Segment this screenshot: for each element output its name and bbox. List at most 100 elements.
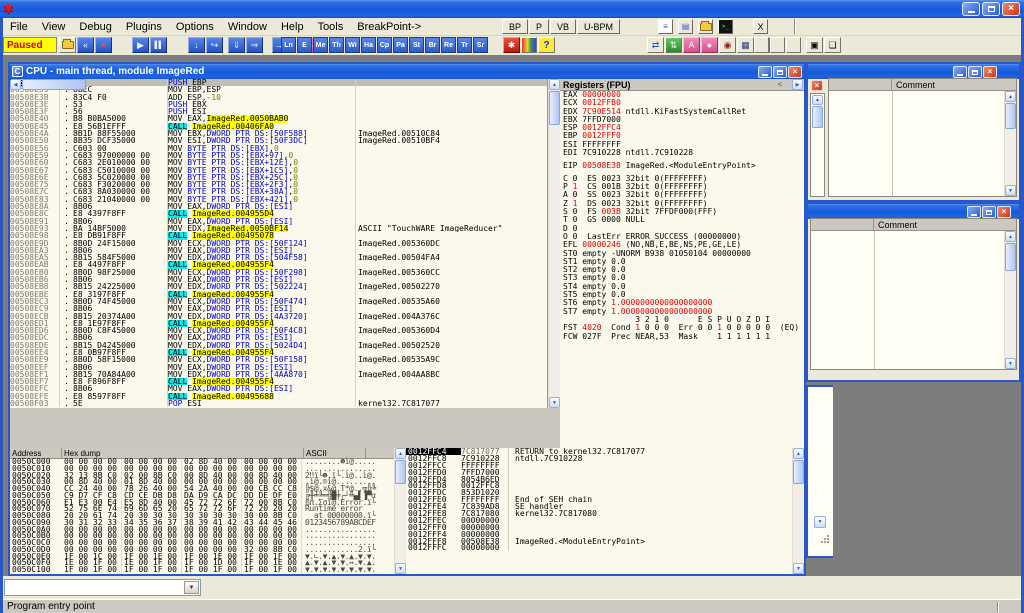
header-column-comment[interactable]: Comment [892, 80, 935, 90]
scroll-up-button[interactable]: ▲ [812, 95, 823, 105]
minimize-button[interactable] [967, 206, 981, 218]
scroll-up-button[interactable]: ▲ [549, 79, 560, 90]
disasm-row[interactable]: 00508EC9.8B06MOV EAX,DWORD PTR DS:[ESI] [10, 305, 547, 312]
run-icon[interactable]: ▶ [132, 37, 149, 53]
disasm-row[interactable]: 00508E83.C683 21040000 00MOV BYTE PTR DS… [10, 196, 547, 203]
restore-button[interactable] [982, 2, 1000, 16]
scroll-right-button[interactable]: ▶ [792, 79, 803, 90]
disasm-row[interactable]: 00508E93.BA 14BF5000MOV EDX,ImageRed.005… [10, 225, 547, 232]
options-icon[interactable]: ✱ [503, 37, 520, 53]
disasm-row[interactable]: 00508E45.E8 56B1EFFFCALL ImageRed.00406F… [10, 123, 547, 130]
scroll-down-button[interactable]: ▼ [793, 563, 804, 574]
register-line[interactable]: 3 2 1 0 E S P U O Z D I [560, 316, 804, 324]
scroll-down-button[interactable]: ▼ [1005, 358, 1016, 369]
disassembly-pane[interactable]: 00508E38$55PUSH EBP00508E39.8BECMOV EBP,… [10, 79, 548, 408]
panel-button-th[interactable]: Th [329, 37, 344, 53]
menu-button-vb[interactable]: VB [550, 19, 576, 34]
close-button[interactable]: × [983, 66, 997, 78]
restart-icon[interactable]: « [77, 37, 94, 53]
disasm-row[interactable]: 00508E39.8BECMOV EBP,ESP [10, 86, 547, 93]
scroll-up-button[interactable]: ▲ [395, 448, 406, 459]
disasm-row[interactable]: 00508EDC.8B06MOV EAX,DWORD PTR DS:[ESI] [10, 334, 547, 341]
register-line[interactable]: D 0 [560, 225, 804, 233]
scrollbar-thumb[interactable] [1005, 103, 1016, 129]
minimize-button[interactable] [758, 66, 772, 78]
hex-dump-pane[interactable]: Address Hex dump ASCII 0050C00000 00 00 … [10, 448, 394, 574]
register-line[interactable]: EIP 00508E38 ImageRed.<ModuleEntryPoint> [560, 162, 804, 170]
minimize-button[interactable] [962, 2, 980, 16]
toolbar-blank-button[interactable] [754, 37, 769, 53]
menu-button-p[interactable]: P [529, 19, 549, 34]
disasm-row[interactable]: 00508EB0.8B0D 98F25000MOV ECX,DWORD PTR … [10, 269, 547, 276]
menu-close-button[interactable]: X [753, 19, 768, 34]
close-button[interactable]: × [997, 206, 1011, 218]
disasm-row[interactable]: 00508E6E.C683 5C020000 00MOV BYTE PTR DS… [10, 174, 547, 181]
scrollbar-thumb[interactable] [812, 106, 823, 128]
menu-item-plugins[interactable]: Plugins [119, 21, 169, 33]
scroll-down-button[interactable]: ▼ [814, 516, 826, 528]
sync-icon[interactable]: ⇅ [665, 37, 682, 53]
disasm-row[interactable]: 00508EA5.8B15 584F5000MOV EDX,DWORD PTR … [10, 254, 547, 261]
menu-item-help[interactable]: Help [274, 21, 311, 33]
panel-button-ln[interactable]: Ln [281, 37, 296, 53]
disasm-row[interactable]: 00508F03.5EPOP ESIkernel32.7C817077 [10, 400, 547, 407]
disasm-row[interactable]: 00508EBE.E8 3197F8FFCALL ImageRed.004955… [10, 291, 547, 298]
panel-button-ha[interactable]: Ha [361, 37, 376, 53]
panel-button-me[interactable]: Me [313, 37, 328, 53]
disasm-row[interactable]: 00508E98.E8 DB91F8FFCALL ImageRed.004950… [10, 232, 547, 239]
disasm-row[interactable]: 00508EF7.E8 F896F8FFCALL ImageRed.004955… [10, 378, 547, 385]
maximize-button[interactable] [982, 206, 996, 218]
vertical-scrollbar[interactable]: ▲ ▼ [1004, 91, 1016, 196]
scroll-down-button[interactable]: ▼ [1005, 185, 1016, 196]
disasm-row[interactable]: 00508E59.C683 97000000 00MOV BYTE PTR DS… [10, 152, 547, 159]
menu-button-u-bpm[interactable]: U-BPM [577, 19, 620, 34]
pause-icon[interactable]: ▌▌ [150, 37, 167, 53]
record-icon[interactable]: ● [701, 37, 718, 53]
register-line[interactable]: ST3 empty 0.0 [560, 274, 804, 282]
tile-windows-icon[interactable]: ▣ [806, 37, 823, 53]
size-grip[interactable] [820, 534, 830, 544]
stack-scrollbar[interactable]: ▲ ▼ [792, 448, 804, 574]
minimize-button[interactable] [953, 66, 967, 78]
disasm-row[interactable]: 00508EAB.E8 4497F8FFCALL ImageRed.004955… [10, 261, 547, 268]
register-line[interactable]: EDI 7C910228 ntdll.7C910228 [560, 149, 804, 157]
toolbar-blank-button[interactable] [786, 37, 801, 53]
register-line[interactable]: FCW 027F Prec NEAR,53 Mask 1 1 1 1 1 1 [560, 333, 804, 341]
disasm-row[interactable]: 00508E8A.8B06MOV EAX,DWORD PTR DS:[ESI] [10, 203, 547, 210]
panel-button-br[interactable]: Br [425, 37, 440, 53]
close-button[interactable]: × [1002, 2, 1020, 16]
register-line[interactable]: EDX 7C90E514 ntdll.KiFastSystemCallRet [560, 108, 804, 116]
spiral-icon[interactable]: ◉ [719, 37, 736, 53]
panel-button-sr[interactable]: Sr [473, 37, 488, 53]
disasm-row[interactable]: 00508ECB.8B15 20374A00MOV EDX,DWORD PTR … [10, 313, 547, 320]
disasm-row[interactable]: 00508ED6.8B0D C8F45000MOV ECX,DWORD PTR … [10, 327, 547, 334]
register-line[interactable]: EFL 00000246 (NO,NB,E,BE,NS,PE,GE,LE) [560, 241, 804, 249]
menu-item-breakpoint[interactable]: BreakPoint-> [350, 21, 428, 33]
scrollbar-thumb[interactable] [549, 91, 560, 125]
close-program-icon[interactable]: × [95, 37, 112, 53]
maximize-button[interactable] [773, 66, 787, 78]
menu-item-tools[interactable]: Tools [311, 21, 351, 33]
disasm-row[interactable]: 00508EC3.8B0D 74F45000MOV ECX,DWORD PTR … [10, 298, 547, 305]
disasm-row[interactable]: 00508E40.B8 B0BA5000MOV EAX,ImageRed.005… [10, 115, 547, 122]
disasm-row[interactable]: 00508E60.C683 2E010000 00MOV BYTE PTR DS… [10, 159, 547, 166]
registers-pane[interactable]: Registers (FPU) << EAX 00000000ECX 0012F… [560, 79, 804, 448]
scroll-down-button[interactable]: ▼ [395, 563, 406, 574]
console-icon[interactable]: >_ [718, 19, 733, 34]
register-line[interactable]: ST5 empty 0.0 [560, 291, 804, 299]
command-combobox[interactable]: ▼ [4, 579, 201, 596]
comment-window-2-titlebar[interactable]: × [808, 204, 1019, 219]
scroll-down-button[interactable]: ▼ [549, 397, 560, 408]
disasm-row[interactable]: 00508E7C.C683 8A030000 00MOV BYTE PTR DS… [10, 188, 547, 195]
disasm-row[interactable]: 00508E75.C683 F3020000 00MOV BYTE PTR DS… [10, 181, 547, 188]
patch-icon[interactable]: ▦ [737, 37, 754, 53]
step-over-icon[interactable]: ↪ [206, 37, 223, 53]
appearance-icon[interactable] [521, 37, 537, 53]
disasm-row[interactable]: 00508EEF.8B06MOV EAX,DWORD PTR DS:[ESI] [10, 364, 547, 371]
header-column-blank[interactable] [811, 219, 874, 230]
scroll-up-button[interactable]: ▲ [793, 448, 804, 459]
register-line[interactable]: Z 1 DS 0023 32bit 0(FFFFFFFF) [560, 200, 804, 208]
panel-button-e[interactable]: E [297, 37, 312, 53]
panel-button-pa[interactable]: Pa [393, 37, 408, 53]
disasm-row[interactable]: 00508E3F.56PUSH ESI [10, 108, 547, 115]
